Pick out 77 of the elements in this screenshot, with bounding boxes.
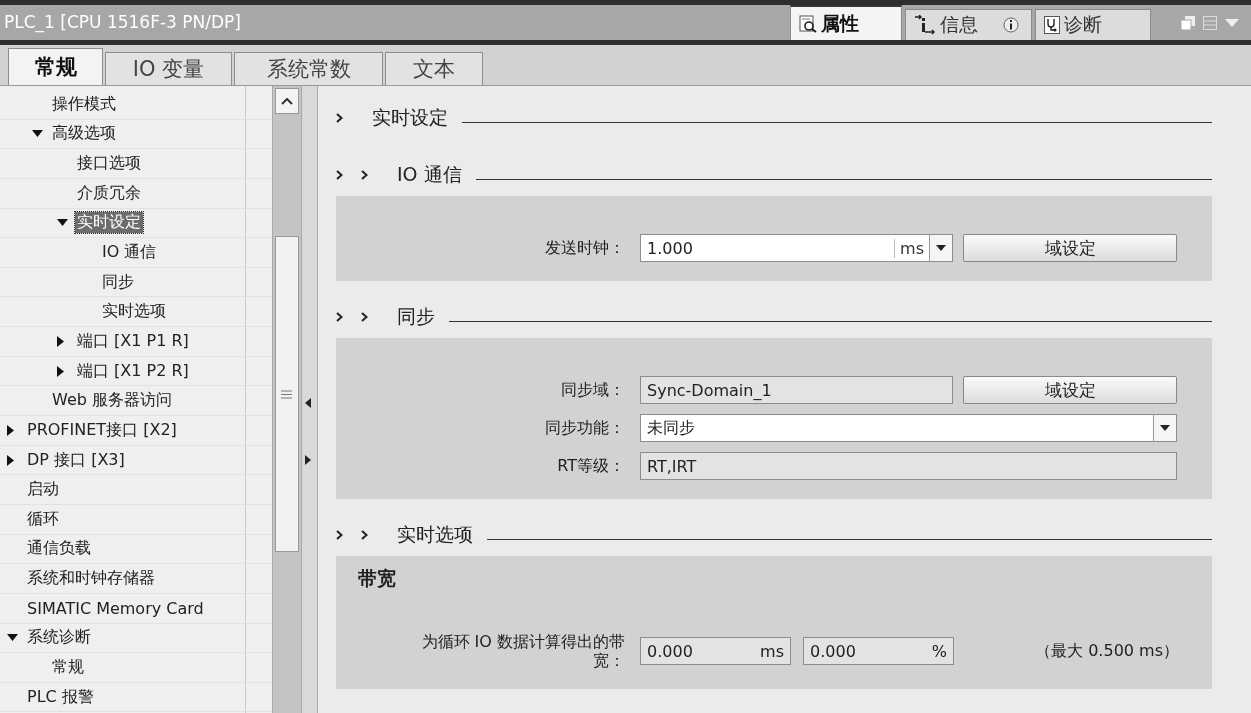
tree-item[interactable]: 高级选项	[50, 123, 118, 145]
chevron-icon	[336, 112, 343, 123]
caret-down-icon	[1160, 425, 1170, 431]
tree-item[interactable]: 常规	[50, 657, 86, 678]
readonly-field: 0.000 %	[803, 637, 954, 665]
scroll-up-button[interactable]	[275, 88, 300, 114]
tree-item[interactable]: 接口选项	[75, 153, 143, 175]
caret-right-icon[interactable]	[57, 365, 64, 377]
field-label: RT等级：	[556, 455, 626, 477]
tab[interactable]: 文本	[385, 52, 483, 85]
caret-right-icon[interactable]	[7, 454, 14, 466]
readonly-field: RT,IRT	[640, 452, 1177, 480]
inspector-tab[interactable]: 诊断	[1035, 9, 1151, 40]
field-label: 同步域：	[560, 379, 626, 401]
max-value-note: （最大 0.500 ms）	[1035, 640, 1179, 662]
section-title[interactable]: IO 通信	[397, 161, 462, 188]
caret-down-icon	[936, 245, 946, 251]
chevron-icon	[361, 169, 368, 180]
readonly-field: Sync-Domain_1	[640, 376, 953, 404]
chevron-icon	[361, 311, 368, 322]
tree-item[interactable]: 端口 [X1 P1 R]	[75, 330, 191, 352]
tree-item[interactable]: SIMATIC Memory Card	[25, 598, 206, 618]
tree-item[interactable]: DP 接口 [X3]	[25, 449, 127, 471]
group-title: 带宽	[357, 566, 397, 591]
tree-item[interactable]: 同步	[100, 271, 136, 293]
scroll-thumb[interactable]	[275, 236, 300, 552]
window-title: PLC_1 [CPU 1516F-3 PN/DP]	[3, 11, 242, 35]
chevron-icon	[336, 169, 343, 180]
field-label: 发送时钟：	[544, 237, 626, 259]
tree-item[interactable]: 实时设定	[75, 212, 143, 234]
tab[interactable]: 系统常数	[234, 52, 383, 85]
info-arrows-icon	[914, 15, 936, 35]
tab[interactable]: IO 变量	[105, 52, 232, 85]
tree-item[interactable]: 介质冗余	[75, 182, 143, 204]
tree-item[interactable]: 循环	[25, 508, 61, 530]
magnifier-document-icon	[799, 14, 817, 33]
scrollbar[interactable]	[272, 86, 302, 713]
expand-right-icon[interactable]	[305, 455, 312, 465]
domain-settings-button[interactable]: 域设定	[963, 376, 1177, 404]
tree-item[interactable]: Web 服务器访问	[50, 390, 174, 412]
tree-item[interactable]: 系统诊断	[25, 627, 93, 649]
dropdown-field[interactable]: 未同步	[640, 414, 1177, 442]
chevron-icon	[361, 529, 368, 540]
dropdown-button[interactable]	[929, 235, 952, 261]
section-title[interactable]: 实时设定	[372, 104, 448, 131]
chevron-icon	[336, 529, 343, 540]
caret-down-icon[interactable]	[7, 634, 18, 642]
collapse-left-icon[interactable]	[305, 398, 312, 408]
chevron-icon	[336, 311, 343, 322]
caret-right-icon[interactable]	[57, 335, 64, 347]
tree-item[interactable]: 通信负载	[25, 538, 93, 560]
tree-item[interactable]: 系统和时钟存储器	[25, 568, 157, 590]
tree-item[interactable]: 实时选项	[100, 301, 168, 323]
input-field[interactable]: 1.000 ms	[640, 234, 953, 262]
readonly-field: 0.000 ms	[640, 637, 791, 665]
tree-item[interactable]: 操作模式	[50, 93, 118, 115]
grip-icon	[281, 390, 293, 399]
tree-item[interactable]: PLC 报警	[25, 686, 96, 708]
field-label: 同步功能：	[544, 417, 626, 439]
caret-right-icon[interactable]	[7, 424, 14, 436]
inspector-tab[interactable]: 属性	[790, 5, 902, 40]
stethoscope-icon	[1044, 16, 1060, 34]
section-title[interactable]: 同步	[397, 303, 435, 330]
inspector-tab[interactable]: 信息	[905, 9, 1032, 40]
info-icon	[1003, 17, 1019, 33]
field-label: 为循环 IO 数据计算得出的带宽：	[420, 632, 626, 670]
caret-down-icon[interactable]	[32, 130, 43, 138]
tab[interactable]: 常规	[8, 48, 103, 85]
dropdown-button[interactable]	[1153, 415, 1176, 441]
caret-down-icon[interactable]	[57, 219, 68, 227]
tree-item[interactable]: IO 通信	[100, 242, 159, 263]
tree-item[interactable]: 启动	[25, 479, 61, 501]
section-title[interactable]: 实时选项	[397, 521, 473, 548]
domain-settings-button[interactable]: 域设定	[963, 234, 1177, 262]
tree-item[interactable]: PROFINET接口 [X2]	[25, 419, 179, 441]
caret-up-icon	[281, 97, 294, 105]
tree-item[interactable]: 端口 [X1 P2 R]	[75, 360, 191, 382]
